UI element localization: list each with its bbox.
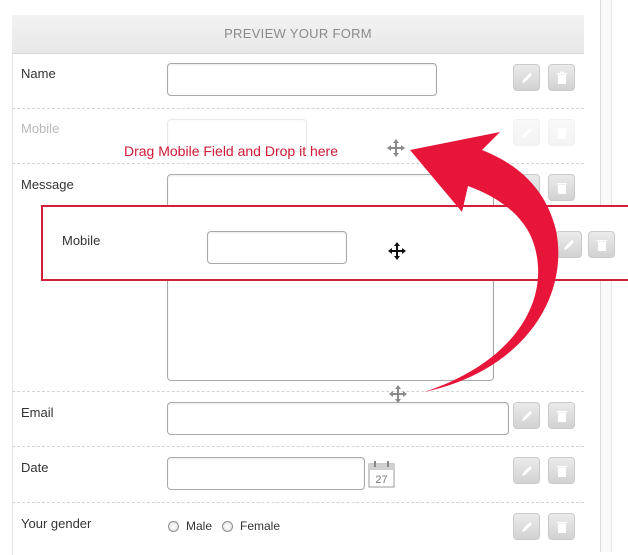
pencil-icon xyxy=(521,410,532,421)
form-row-date: Date xyxy=(12,446,584,503)
pencil-icon xyxy=(521,182,532,193)
edit-button[interactable] xyxy=(513,457,540,484)
pencil-icon xyxy=(521,127,532,138)
form-preview-header: PREVIEW YOUR FORM xyxy=(12,15,584,54)
email-input[interactable] xyxy=(167,402,509,435)
pencil-icon xyxy=(521,465,532,476)
mobile-input-dragging[interactable] xyxy=(207,231,347,264)
trash-icon xyxy=(556,127,567,139)
gender-option-male: Male xyxy=(186,519,213,533)
pencil-icon xyxy=(521,72,532,83)
delete-button-ghost xyxy=(548,119,575,146)
trash-icon xyxy=(556,465,567,477)
field-label-date: Date xyxy=(21,460,49,475)
form-row-email: Email xyxy=(12,391,584,447)
field-label-message: Message xyxy=(21,177,74,192)
delete-button[interactable] xyxy=(548,457,575,484)
name-input[interactable] xyxy=(167,63,437,96)
trash-icon xyxy=(556,182,567,194)
delete-button[interactable] xyxy=(548,513,575,540)
field-label-mobile-dragging: Mobile xyxy=(62,233,101,248)
trash-icon xyxy=(556,521,567,533)
delete-button[interactable] xyxy=(548,64,575,91)
delete-button[interactable] xyxy=(548,174,575,201)
field-label-gender: Your gender xyxy=(21,516,92,531)
gender-option-female: Female xyxy=(240,519,281,533)
field-label-email: Email xyxy=(21,405,54,420)
field-label-mobile-ghost: Mobile xyxy=(21,121,60,136)
drop-target-move-icon xyxy=(387,139,405,157)
form-row-gender: Your gender Male Female xyxy=(12,502,584,552)
gender-radio-male[interactable] xyxy=(168,521,179,532)
delete-button[interactable] xyxy=(588,231,615,258)
gender-radio-female[interactable] xyxy=(222,521,233,532)
delete-button[interactable] xyxy=(548,402,575,429)
field-label-name: Name xyxy=(21,66,56,81)
date-input[interactable] xyxy=(167,457,365,490)
pencil-icon xyxy=(563,239,574,250)
move-icon xyxy=(389,385,407,403)
edit-button-ghost xyxy=(513,119,540,146)
edit-button[interactable] xyxy=(513,513,540,540)
edit-button[interactable] xyxy=(513,64,540,91)
trash-icon xyxy=(556,410,567,422)
calendar-day: 27 xyxy=(375,474,387,486)
edit-button[interactable] xyxy=(555,231,582,258)
edit-button[interactable] xyxy=(513,174,540,201)
dragged-mobile-field[interactable]: Mobile xyxy=(41,205,628,281)
drag-instruction: Drag Mobile Field and Drop it here xyxy=(124,143,338,159)
edit-button[interactable] xyxy=(513,402,540,429)
move-icon[interactable] xyxy=(387,241,407,261)
trash-icon xyxy=(596,239,607,251)
calendar-icon[interactable]: 27 xyxy=(368,460,395,488)
trash-icon xyxy=(556,71,567,84)
form-row-name: Name xyxy=(12,53,584,109)
pencil-icon xyxy=(521,521,532,532)
